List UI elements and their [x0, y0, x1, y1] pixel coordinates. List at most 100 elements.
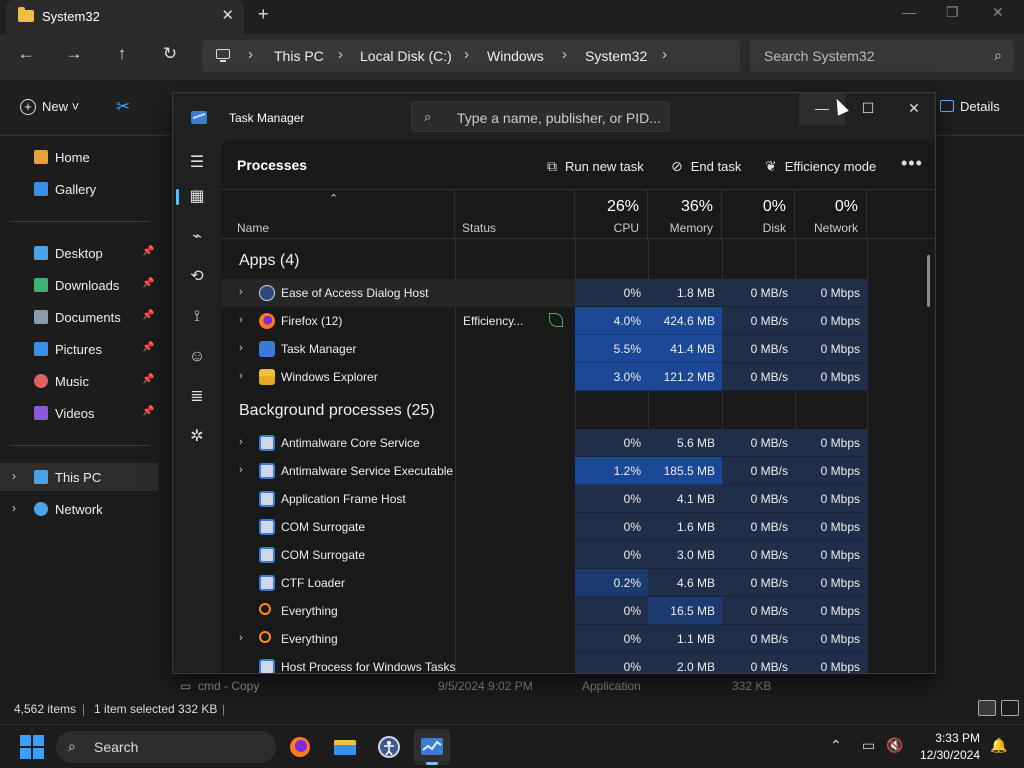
- process-name-cell[interactable]: Application Frame Host: [221, 485, 575, 513]
- new-button[interactable]: + New ˅: [20, 99, 79, 115]
- details-view-icon[interactable]: [978, 700, 996, 716]
- process-row[interactable]: CTF Loader 0.2% 4.6 MB 0 MB/s 0 Mbps: [221, 569, 921, 597]
- sidebar-item-network[interactable]: › Network: [0, 495, 158, 523]
- file-explorer-icon[interactable]: [327, 729, 363, 765]
- process-row[interactable]: › Antimalware Core Service 0% 5.6 MB 0 MB/s 0…: [221, 429, 921, 457]
- process-name-cell[interactable]: › Firefox (12) Efficiency...: [221, 307, 575, 335]
- maximize-button[interactable]: ☐: [845, 93, 891, 125]
- process-name-cell[interactable]: › Antimalware Core Service: [221, 429, 575, 457]
- system-clock[interactable]: 3:33 PM 12/30/2024: [918, 730, 980, 764]
- explorer-minimize-button[interactable]: —: [902, 4, 916, 20]
- forward-button[interactable]: →: [62, 44, 86, 64]
- column-name[interactable]: ⌃ Name: [221, 190, 455, 240]
- chevron-right-icon[interactable]: ›: [239, 286, 243, 298]
- chevron-right-icon[interactable]: ›: [239, 342, 243, 354]
- process-row[interactable]: Application Frame Host 0% 4.1 MB 0 MB/s 0 Mb…: [221, 485, 921, 513]
- explorer-tab[interactable]: System32 ✕: [6, 0, 244, 34]
- services-nav-icon[interactable]: ✲: [183, 423, 211, 451]
- firefox-icon[interactable]: [282, 729, 318, 765]
- process-name-cell[interactable]: › Everything: [221, 625, 575, 653]
- chevron-right-icon[interactable]: ›: [239, 370, 243, 382]
- back-button[interactable]: ←: [14, 44, 38, 64]
- breadcrumb-system32[interactable]: System32: [585, 48, 647, 64]
- file-list-row[interactable]: ▭ cmd - Copy 9/5/2024 9:02 PM Applicatio…: [178, 678, 938, 694]
- sidebar-item-videos[interactable]: Videos 📌: [0, 399, 158, 427]
- explorer-close-button[interactable]: ✕: [992, 4, 1004, 21]
- notification-bell-icon[interactable]: 🔔: [990, 737, 1007, 754]
- process-row[interactable]: COM Surrogate 0% 3.0 MB 0 MB/s 0 Mbps: [221, 541, 921, 569]
- process-name-cell[interactable]: Host Process for Windows Tasks: [221, 653, 575, 673]
- process-row[interactable]: › Antimalware Service Executable 1.2% 185.5…: [221, 457, 921, 485]
- process-name-cell[interactable]: › Windows Explorer: [221, 363, 575, 391]
- sidebar-item-downloads[interactable]: Downloads 📌: [0, 271, 158, 299]
- process-row[interactable]: Host Process for Windows Tasks 0% 2.0 MB 0 …: [221, 653, 921, 673]
- breadcrumb-windows[interactable]: Windows: [487, 48, 544, 64]
- address-bar[interactable]: › This PC › Local Disk (C:) › Windows › …: [202, 40, 740, 72]
- performance-nav-icon[interactable]: ⌁: [183, 223, 211, 251]
- process-name-cell[interactable]: COM Surrogate: [221, 541, 575, 569]
- process-name-cell[interactable]: › Task Manager: [221, 335, 575, 363]
- sidebar-item-this-pc[interactable]: › This PC: [0, 463, 158, 491]
- process-name-cell[interactable]: CTF Loader: [221, 569, 575, 597]
- close-button[interactable]: ✕: [891, 93, 935, 125]
- breadcrumb-local-disk[interactable]: Local Disk (C:): [360, 48, 452, 64]
- users-nav-icon[interactable]: ☺: [183, 343, 211, 371]
- process-row[interactable]: Everything 0% 16.5 MB 0 MB/s 0 Mbps: [221, 597, 921, 625]
- breadcrumb-this-pc[interactable]: This PC: [274, 48, 324, 64]
- taskbar-search[interactable]: ⌕ Search: [56, 731, 276, 763]
- startup-apps-nav-icon[interactable]: ⟟: [183, 303, 211, 331]
- chevron-right-icon[interactable]: ›: [239, 632, 243, 644]
- details-button[interactable]: Details: [940, 99, 1000, 114]
- chevron-right-icon[interactable]: ›: [12, 501, 16, 515]
- scrollbar[interactable]: [927, 255, 930, 307]
- process-row[interactable]: › Windows Explorer 3.0% 121.2 MB 0 MB/s 0 Mbp…: [221, 363, 921, 391]
- tiles-view-icon[interactable]: [1001, 700, 1019, 716]
- sidebar-item-pictures[interactable]: Pictures 📌: [0, 335, 158, 363]
- process-row[interactable]: › Task Manager 5.5% 41.4 MB 0 MB/s 0 Mbps: [221, 335, 921, 363]
- more-options-button[interactable]: •••: [901, 153, 923, 174]
- sidebar-item-desktop[interactable]: Desktop 📌: [0, 239, 158, 267]
- column-memory[interactable]: 36% Memory: [648, 190, 722, 240]
- refresh-button[interactable]: ↻: [158, 44, 182, 64]
- cut-icon[interactable]: ✂: [116, 97, 130, 117]
- ease-of-access-icon[interactable]: [371, 729, 407, 765]
- sidebar-item-music[interactable]: Music 📌: [0, 367, 158, 395]
- sidebar-item-gallery[interactable]: Gallery: [0, 175, 158, 203]
- efficiency-mode-button[interactable]: ❦ Efficiency mode: [765, 158, 876, 175]
- column-cpu[interactable]: 26% CPU: [575, 190, 648, 240]
- end-task-button[interactable]: ⊘ End task: [671, 158, 741, 175]
- chevron-right-icon[interactable]: ›: [239, 314, 243, 326]
- process-row[interactable]: › Everything 0% 1.1 MB 0 MB/s 0 Mbps: [221, 625, 921, 653]
- explorer-search-input[interactable]: Search System32 ⌕: [750, 40, 1014, 72]
- chevron-right-icon[interactable]: ›: [239, 436, 243, 448]
- network-status-icon[interactable]: ▭: [862, 737, 875, 754]
- sidebar-item-home[interactable]: Home: [0, 143, 158, 171]
- run-new-task-button[interactable]: ⧉ Run new task: [547, 158, 644, 175]
- tab-close-button[interactable]: ✕: [221, 6, 234, 24]
- column-disk[interactable]: 0% Disk: [722, 190, 795, 240]
- processes-nav-icon[interactable]: ▦: [176, 183, 211, 211]
- new-tab-button[interactable]: +: [258, 4, 269, 25]
- volume-muted-icon[interactable]: 🔇: [886, 737, 903, 754]
- chevron-up-icon[interactable]: ⌃: [830, 737, 842, 754]
- sidebar-item-documents[interactable]: Documents 📌: [0, 303, 158, 331]
- process-row[interactable]: › Firefox (12) Efficiency... 4.0% 424.6 MB 0 …: [221, 307, 921, 335]
- process-name-cell[interactable]: Everything: [221, 597, 575, 625]
- start-button[interactable]: [20, 735, 44, 759]
- process-name-cell[interactable]: › Ease of Access Dialog Host: [221, 279, 575, 307]
- process-row[interactable]: COM Surrogate 0% 1.6 MB 0 MB/s 0 Mbps: [221, 513, 921, 541]
- explorer-maximize-button[interactable]: ❐: [946, 4, 959, 21]
- column-network[interactable]: 0% Network: [795, 190, 867, 240]
- column-status[interactable]: Status: [455, 190, 575, 240]
- details-nav-icon[interactable]: ≣: [183, 383, 211, 411]
- process-row[interactable]: › Ease of Access Dialog Host 0% 1.8 MB 0 MB/…: [221, 279, 921, 307]
- hamburger-menu-icon[interactable]: ☰: [183, 149, 211, 177]
- up-button[interactable]: ↑: [110, 44, 134, 64]
- process-search-input[interactable]: ⌕ Type a name, publisher, or PID...: [411, 101, 670, 132]
- chevron-right-icon[interactable]: ›: [12, 469, 16, 483]
- app-history-nav-icon[interactable]: ⟲: [183, 263, 211, 291]
- process-name-cell[interactable]: › Antimalware Service Executable: [221, 457, 575, 485]
- chevron-right-icon[interactable]: ›: [239, 464, 243, 476]
- task-manager-icon[interactable]: [414, 729, 450, 765]
- process-name-cell[interactable]: COM Surrogate: [221, 513, 575, 541]
